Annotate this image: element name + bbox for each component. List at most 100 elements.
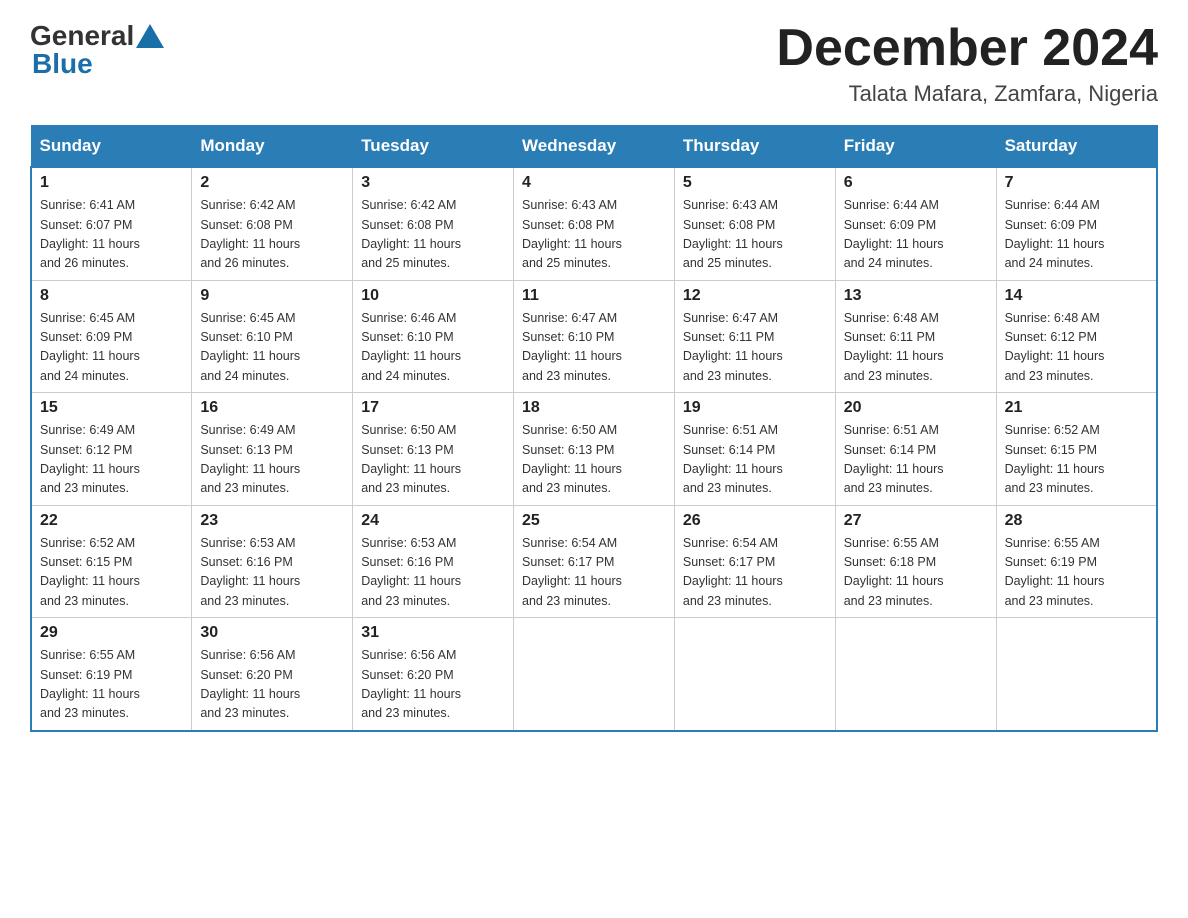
- day-info: Sunrise: 6:51 AMSunset: 6:14 PMDaylight:…: [683, 423, 783, 495]
- calendar-cell: 25 Sunrise: 6:54 AMSunset: 6:17 PMDaylig…: [514, 505, 675, 618]
- weekday-header-monday: Monday: [192, 126, 353, 168]
- calendar-week-row: 29 Sunrise: 6:55 AMSunset: 6:19 PMDaylig…: [31, 618, 1157, 731]
- weekday-header-tuesday: Tuesday: [353, 126, 514, 168]
- calendar-week-row: 22 Sunrise: 6:52 AMSunset: 6:15 PMDaylig…: [31, 505, 1157, 618]
- day-number: 23: [200, 512, 344, 530]
- day-number: 10: [361, 287, 505, 305]
- day-number: 17: [361, 399, 505, 417]
- calendar-cell: 28 Sunrise: 6:55 AMSunset: 6:19 PMDaylig…: [996, 505, 1157, 618]
- calendar-cell: 12 Sunrise: 6:47 AMSunset: 6:11 PMDaylig…: [674, 280, 835, 393]
- day-info: Sunrise: 6:55 AMSunset: 6:19 PMDaylight:…: [1005, 536, 1105, 608]
- day-number: 6: [844, 174, 988, 192]
- calendar-table: SundayMondayTuesdayWednesdayThursdayFrid…: [30, 125, 1158, 732]
- day-info: Sunrise: 6:49 AMSunset: 6:13 PMDaylight:…: [200, 423, 300, 495]
- day-number: 22: [40, 512, 183, 530]
- day-info: Sunrise: 6:55 AMSunset: 6:19 PMDaylight:…: [40, 648, 140, 720]
- calendar-cell: [996, 618, 1157, 731]
- calendar-cell: 27 Sunrise: 6:55 AMSunset: 6:18 PMDaylig…: [835, 505, 996, 618]
- day-info: Sunrise: 6:46 AMSunset: 6:10 PMDaylight:…: [361, 311, 461, 383]
- weekday-header-saturday: Saturday: [996, 126, 1157, 168]
- calendar-cell: 30 Sunrise: 6:56 AMSunset: 6:20 PMDaylig…: [192, 618, 353, 731]
- title-block: December 2024 Talata Mafara, Zamfara, Ni…: [776, 20, 1158, 107]
- day-number: 3: [361, 174, 505, 192]
- day-info: Sunrise: 6:52 AMSunset: 6:15 PMDaylight:…: [40, 536, 140, 608]
- day-number: 11: [522, 287, 666, 305]
- calendar-cell: 2 Sunrise: 6:42 AMSunset: 6:08 PMDayligh…: [192, 167, 353, 280]
- day-number: 13: [844, 287, 988, 305]
- calendar-cell: 16 Sunrise: 6:49 AMSunset: 6:13 PMDaylig…: [192, 393, 353, 506]
- day-number: 4: [522, 174, 666, 192]
- day-info: Sunrise: 6:56 AMSunset: 6:20 PMDaylight:…: [361, 648, 461, 720]
- calendar-cell: 24 Sunrise: 6:53 AMSunset: 6:16 PMDaylig…: [353, 505, 514, 618]
- calendar-cell: 3 Sunrise: 6:42 AMSunset: 6:08 PMDayligh…: [353, 167, 514, 280]
- day-number: 16: [200, 399, 344, 417]
- day-number: 15: [40, 399, 183, 417]
- day-info: Sunrise: 6:54 AMSunset: 6:17 PMDaylight:…: [522, 536, 622, 608]
- calendar-cell: 19 Sunrise: 6:51 AMSunset: 6:14 PMDaylig…: [674, 393, 835, 506]
- day-number: 29: [40, 624, 183, 642]
- logo: General Blue: [30, 20, 166, 80]
- day-number: 5: [683, 174, 827, 192]
- day-info: Sunrise: 6:53 AMSunset: 6:16 PMDaylight:…: [361, 536, 461, 608]
- day-info: Sunrise: 6:55 AMSunset: 6:18 PMDaylight:…: [844, 536, 944, 608]
- day-info: Sunrise: 6:42 AMSunset: 6:08 PMDaylight:…: [200, 198, 300, 270]
- calendar-cell: 21 Sunrise: 6:52 AMSunset: 6:15 PMDaylig…: [996, 393, 1157, 506]
- calendar-cell: 7 Sunrise: 6:44 AMSunset: 6:09 PMDayligh…: [996, 167, 1157, 280]
- calendar-cell: 14 Sunrise: 6:48 AMSunset: 6:12 PMDaylig…: [996, 280, 1157, 393]
- day-number: 1: [40, 174, 183, 192]
- calendar-cell: 23 Sunrise: 6:53 AMSunset: 6:16 PMDaylig…: [192, 505, 353, 618]
- calendar-cell: 1 Sunrise: 6:41 AMSunset: 6:07 PMDayligh…: [31, 167, 192, 280]
- day-number: 9: [200, 287, 344, 305]
- calendar-header-row: SundayMondayTuesdayWednesdayThursdayFrid…: [31, 126, 1157, 168]
- day-number: 18: [522, 399, 666, 417]
- calendar-cell: [514, 618, 675, 731]
- calendar-cell: [835, 618, 996, 731]
- calendar-cell: 29 Sunrise: 6:55 AMSunset: 6:19 PMDaylig…: [31, 618, 192, 731]
- calendar-cell: 17 Sunrise: 6:50 AMSunset: 6:13 PMDaylig…: [353, 393, 514, 506]
- day-info: Sunrise: 6:53 AMSunset: 6:16 PMDaylight:…: [200, 536, 300, 608]
- calendar-cell: 15 Sunrise: 6:49 AMSunset: 6:12 PMDaylig…: [31, 393, 192, 506]
- day-number: 2: [200, 174, 344, 192]
- day-number: 27: [844, 512, 988, 530]
- day-number: 26: [683, 512, 827, 530]
- day-info: Sunrise: 6:42 AMSunset: 6:08 PMDaylight:…: [361, 198, 461, 270]
- calendar-cell: 13 Sunrise: 6:48 AMSunset: 6:11 PMDaylig…: [835, 280, 996, 393]
- logo-blue: Blue: [32, 48, 93, 79]
- calendar-cell: 18 Sunrise: 6:50 AMSunset: 6:13 PMDaylig…: [514, 393, 675, 506]
- day-number: 28: [1005, 512, 1148, 530]
- day-number: 24: [361, 512, 505, 530]
- weekday-header-sunday: Sunday: [31, 126, 192, 168]
- day-info: Sunrise: 6:52 AMSunset: 6:15 PMDaylight:…: [1005, 423, 1105, 495]
- logo-triangle-icon: [136, 24, 164, 48]
- day-info: Sunrise: 6:51 AMSunset: 6:14 PMDaylight:…: [844, 423, 944, 495]
- calendar-cell: 8 Sunrise: 6:45 AMSunset: 6:09 PMDayligh…: [31, 280, 192, 393]
- calendar-week-row: 8 Sunrise: 6:45 AMSunset: 6:09 PMDayligh…: [31, 280, 1157, 393]
- calendar-cell: 6 Sunrise: 6:44 AMSunset: 6:09 PMDayligh…: [835, 167, 996, 280]
- day-info: Sunrise: 6:44 AMSunset: 6:09 PMDaylight:…: [844, 198, 944, 270]
- calendar-cell: 4 Sunrise: 6:43 AMSunset: 6:08 PMDayligh…: [514, 167, 675, 280]
- calendar-week-row: 1 Sunrise: 6:41 AMSunset: 6:07 PMDayligh…: [31, 167, 1157, 280]
- day-number: 20: [844, 399, 988, 417]
- calendar-cell: 22 Sunrise: 6:52 AMSunset: 6:15 PMDaylig…: [31, 505, 192, 618]
- day-info: Sunrise: 6:43 AMSunset: 6:08 PMDaylight:…: [522, 198, 622, 270]
- calendar-cell: 31 Sunrise: 6:56 AMSunset: 6:20 PMDaylig…: [353, 618, 514, 731]
- day-number: 21: [1005, 399, 1148, 417]
- weekday-header-wednesday: Wednesday: [514, 126, 675, 168]
- day-info: Sunrise: 6:50 AMSunset: 6:13 PMDaylight:…: [361, 423, 461, 495]
- calendar-cell: [674, 618, 835, 731]
- location-title: Talata Mafara, Zamfara, Nigeria: [776, 81, 1158, 107]
- day-info: Sunrise: 6:47 AMSunset: 6:10 PMDaylight:…: [522, 311, 622, 383]
- calendar-cell: 20 Sunrise: 6:51 AMSunset: 6:14 PMDaylig…: [835, 393, 996, 506]
- day-info: Sunrise: 6:48 AMSunset: 6:11 PMDaylight:…: [844, 311, 944, 383]
- calendar-week-row: 15 Sunrise: 6:49 AMSunset: 6:12 PMDaylig…: [31, 393, 1157, 506]
- calendar-cell: 10 Sunrise: 6:46 AMSunset: 6:10 PMDaylig…: [353, 280, 514, 393]
- day-info: Sunrise: 6:56 AMSunset: 6:20 PMDaylight:…: [200, 648, 300, 720]
- day-number: 25: [522, 512, 666, 530]
- page-header: General Blue December 2024 Talata Mafara…: [30, 20, 1158, 107]
- day-number: 30: [200, 624, 344, 642]
- day-info: Sunrise: 6:45 AMSunset: 6:10 PMDaylight:…: [200, 311, 300, 383]
- day-number: 7: [1005, 174, 1148, 192]
- day-info: Sunrise: 6:50 AMSunset: 6:13 PMDaylight:…: [522, 423, 622, 495]
- weekday-header-thursday: Thursday: [674, 126, 835, 168]
- day-number: 19: [683, 399, 827, 417]
